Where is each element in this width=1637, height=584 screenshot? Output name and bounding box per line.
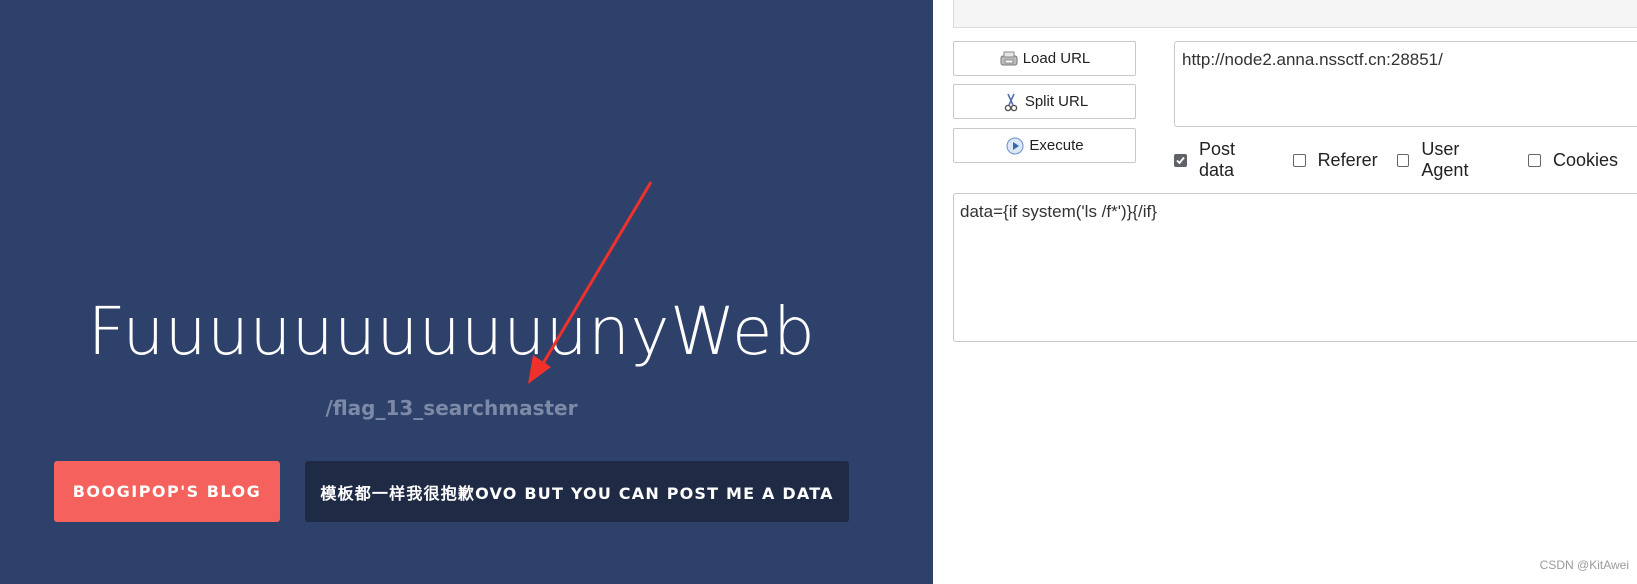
execute-label: Execute: [1029, 137, 1084, 154]
option-cookies[interactable]: Cookies: [1527, 149, 1618, 171]
play-icon: [1005, 136, 1025, 156]
user-agent-label: User Agent: [1421, 139, 1469, 180]
blog-button[interactable]: BOOGIPOP'S BLOG: [54, 461, 280, 522]
option-user-agent[interactable]: User Agent: [1396, 139, 1509, 181]
split-url-label: Split URL: [1024, 93, 1089, 110]
post-data-button[interactable]: 模板都一样我很抱歉OVO BUT YOU CAN POST ME A DATA: [305, 461, 849, 522]
hero-panel: FuuuuuuuuuuunyWeb /flag_13_searchmaster …: [0, 0, 933, 584]
load-url-button[interactable]: Load URL: [953, 41, 1136, 76]
option-post-data[interactable]: Post data: [1174, 139, 1274, 181]
load-url-icon: [999, 49, 1019, 69]
hackbar-options: Post data Referer User Agent Cookies: [1174, 139, 1637, 180]
user-agent-checkbox[interactable]: [1396, 153, 1410, 167]
post-data-label: Post data: [1199, 139, 1236, 180]
post-data-input[interactable]: data={if system('ls /f*')}{/if}: [953, 193, 1637, 342]
cookies-label: Cookies: [1552, 149, 1618, 170]
split-url-button[interactable]: Split URL: [953, 84, 1136, 119]
cookies-checkbox[interactable]: [1527, 153, 1541, 167]
scissors-icon: [1001, 92, 1021, 112]
option-referer[interactable]: Referer: [1292, 149, 1378, 171]
referer-label: Referer: [1317, 149, 1378, 170]
post-data-checkbox[interactable]: [1174, 153, 1187, 167]
execute-button[interactable]: Execute: [953, 128, 1136, 163]
watermark: CSDN @KitAwei: [1539, 558, 1629, 572]
hackbar-toolbar: [953, 0, 1637, 28]
page-subtitle: /flag_13_searchmaster: [325, 396, 578, 420]
referer-checkbox[interactable]: [1292, 153, 1306, 167]
load-url-label: Load URL: [1022, 50, 1091, 67]
page-title: FuuuuuuuuuuunyWeb: [87, 293, 816, 370]
url-input[interactable]: http://node2.anna.nssctf.cn:28851/: [1174, 41, 1637, 127]
